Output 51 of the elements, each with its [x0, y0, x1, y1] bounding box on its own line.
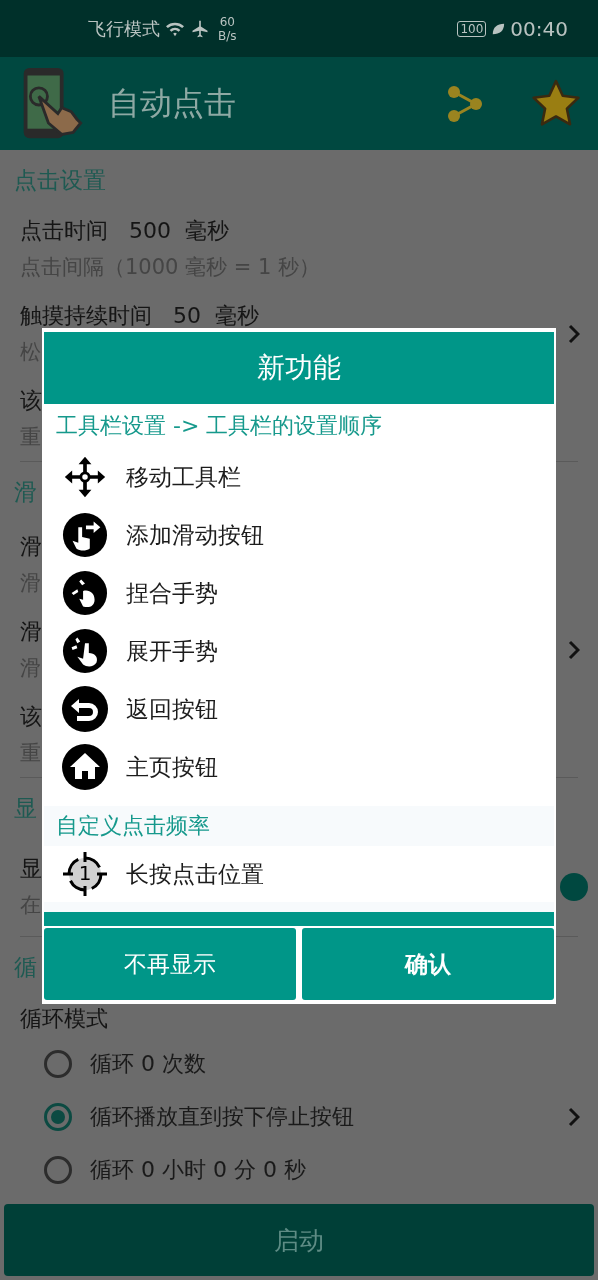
setting-title: 该	[20, 702, 42, 731]
radio-button[interactable]	[44, 1155, 72, 1184]
section-heading: 显	[13, 794, 37, 823]
airplane-icon	[190, 18, 210, 39]
chevron-icon[interactable]	[568, 323, 580, 344]
pinch-gesture-icon	[62, 570, 108, 616]
chevron-icon[interactable]	[568, 1106, 580, 1127]
feature-label: 主页按钮	[126, 752, 218, 782]
feature-label: 移动工具栏	[126, 462, 241, 492]
radio-label[interactable]: 循环 0 小时 0 分 0 秒	[90, 1154, 580, 1185]
airplane-mode-label: 飞行模式	[88, 16, 160, 41]
leaf-icon	[491, 21, 506, 36]
move-arrows-icon	[63, 455, 107, 499]
battery-indicator: 100	[457, 20, 487, 37]
section-heading: 滑	[13, 478, 37, 507]
radio-button[interactable]	[44, 1102, 72, 1131]
radio-label[interactable]: 循环播放直到按下停止按钮	[90, 1101, 568, 1132]
start-button[interactable]: 启动	[4, 1204, 594, 1276]
feature-label: 捏合手势	[126, 578, 218, 608]
feature-label: 展开手势	[126, 636, 218, 666]
confirm-button[interactable]: 确认	[302, 928, 554, 1000]
dialog-title: 新功能	[44, 332, 554, 404]
group-heading: 工具栏设置 -> 工具栏的设置顺序	[55, 412, 384, 440]
swipe-hand-icon	[62, 512, 108, 558]
speed-unit: B/s	[218, 28, 237, 43]
spread-gesture-icon	[62, 628, 108, 674]
setting-title: 触摸持续时间 50 毫秒	[20, 301, 259, 330]
speed-value: 60	[219, 14, 235, 29]
radio-label[interactable]: 循环 0 次数	[90, 1048, 580, 1079]
radio-button[interactable]	[44, 1049, 72, 1078]
dont-show-again-button[interactable]: 不再显示	[44, 928, 296, 1000]
switch-knob[interactable]	[560, 873, 588, 901]
home-icon	[61, 743, 109, 791]
setting-title: 该	[20, 386, 42, 415]
setting-title: 显	[20, 855, 42, 883]
app-title: 自动点击	[108, 82, 236, 124]
crosshair-icon	[61, 850, 109, 898]
clock-time: 00:40	[510, 16, 568, 41]
marker-number: 1	[77, 861, 93, 885]
setting-title: 点击时间 500 毫秒	[20, 216, 229, 245]
setting-title: 滑	[20, 532, 42, 561]
feature-label: 长按点击位置	[126, 859, 264, 889]
back-icon	[61, 685, 109, 733]
chevron-icon[interactable]	[568, 639, 580, 660]
feature-label: 添加滑动按钮	[126, 520, 264, 550]
section-heading: 循	[13, 953, 37, 982]
setting-title: 滑	[20, 617, 42, 646]
section-heading: 点击设置	[13, 166, 106, 195]
feature-label: 返回按钮	[126, 694, 218, 724]
group-heading: 自定义点击频率	[55, 812, 211, 840]
loop-mode-label: 循环模式	[20, 1005, 108, 1033]
